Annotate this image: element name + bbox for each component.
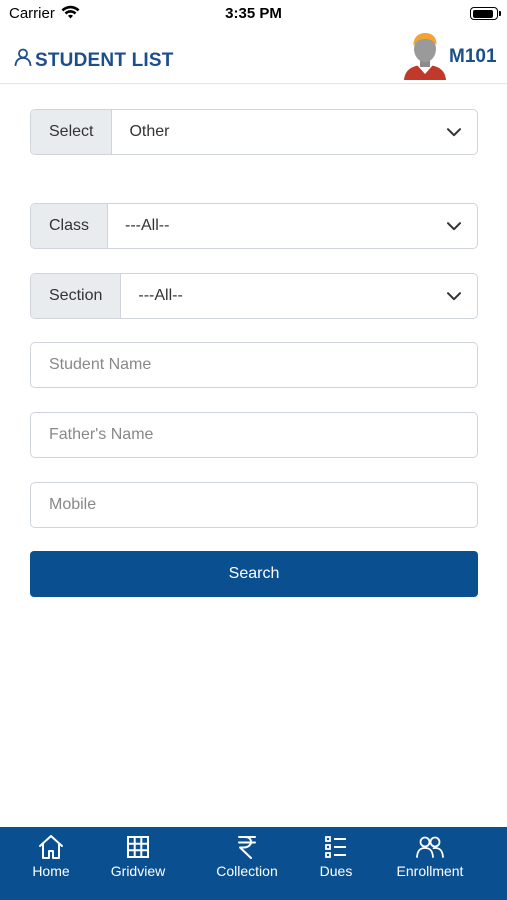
nav-label-gridview: Gridview: [110, 863, 166, 879]
nav-label-collection: Collection: [216, 863, 278, 879]
user-code: M101: [449, 46, 497, 67]
users-icon: [416, 836, 444, 858]
grid-icon: [127, 836, 149, 858]
chevron-down-icon: [431, 204, 477, 248]
nav-label-dues: Dues: [319, 863, 353, 879]
father-name-input[interactable]: Father's Name: [30, 412, 478, 458]
nav-label-enrollment: Enrollment: [396, 863, 464, 879]
search-button[interactable]: Search: [30, 551, 478, 597]
header: STUDENT LIST M101: [0, 28, 507, 84]
section-label: Section: [31, 274, 122, 318]
class-dropdown[interactable]: Class ---All--: [30, 203, 478, 249]
nav-item-dues[interactable]: Dues: [314, 834, 358, 879]
status-bar: Carrier 3:35 PM: [0, 0, 507, 28]
section-value: ---All--: [138, 287, 183, 304]
nav-label-home: Home: [32, 863, 70, 879]
list-icon: [325, 836, 346, 858]
nav-item-home[interactable]: Home: [24, 834, 78, 879]
bottom-nav: Home Gridview Collection Dues Enrollment: [0, 827, 507, 900]
screen: Carrier 3:35 PM STUDENT LIST M101 Select…: [0, 0, 507, 900]
page-title: STUDENT LIST: [35, 50, 174, 71]
battery-level: [472, 9, 494, 18]
chevron-down-icon: [431, 110, 477, 154]
mobile-input[interactable]: Mobile: [30, 482, 478, 528]
class-label: Class: [31, 204, 109, 248]
battery-icon: [470, 7, 501, 20]
avatar[interactable]: [402, 30, 448, 87]
student-name-input[interactable]: Student Name: [30, 342, 478, 388]
select-value: Other: [129, 123, 170, 140]
select-label: Select: [31, 110, 113, 154]
home-icon: [39, 835, 63, 859]
nav-item-enrollment[interactable]: Enrollment: [390, 834, 470, 879]
class-value: ---All--: [125, 217, 170, 234]
nav-item-gridview[interactable]: Gridview: [104, 834, 172, 879]
nav-item-collection[interactable]: Collection: [210, 834, 284, 879]
user-outline-icon: [14, 48, 32, 71]
section-dropdown[interactable]: Section ---All--: [30, 273, 478, 319]
rupee-icon: [238, 836, 256, 859]
select-dropdown[interactable]: Select Other: [30, 109, 478, 155]
clock: 3:35 PM: [225, 5, 282, 22]
chevron-down-icon: [431, 274, 477, 318]
